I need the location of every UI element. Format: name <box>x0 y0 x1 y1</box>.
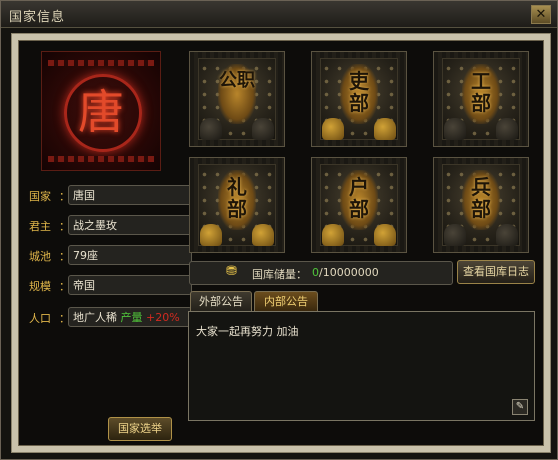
population-label: 人口 <box>29 312 51 325</box>
ministry-hu-tile[interactable]: 户部 <box>311 157 407 253</box>
ministry-li-official-name: 吏部 <box>349 69 369 115</box>
treasury-bar: ⛃ 国库储量： 0/10000000 <box>189 261 453 285</box>
bronze-cauldron-icon <box>496 118 518 140</box>
country-election-button[interactable]: 国家选举 <box>108 417 172 441</box>
country-label: 国家 <box>29 190 51 203</box>
golden-crane-icon <box>252 224 274 246</box>
treasury-max: /10000000 <box>319 266 379 279</box>
crossed-blades-icon <box>444 224 466 246</box>
notice-text: 大家一起再努力 加油 <box>196 325 299 338</box>
treasury-value: 0/10000000 <box>312 266 379 279</box>
tang-seal-emblem: 唐 <box>78 85 124 139</box>
knot-border-top <box>48 60 154 66</box>
ministry-li-rites-name: 礼部 <box>227 175 247 221</box>
output-label: 产量 <box>120 311 143 324</box>
ministry-gongzhi-name: 公职 <box>219 70 255 91</box>
country-value: 唐国 <box>68 185 192 205</box>
golden-crane-icon <box>200 224 222 246</box>
monarch-value: 战之墨玫 <box>68 215 192 235</box>
ministry-li-official-tile[interactable]: 吏部 <box>311 51 407 147</box>
guardian-lion-icon <box>200 118 222 140</box>
pencil-icon[interactable]: ✎ <box>512 399 528 415</box>
tab-internal-notice[interactable]: 内部公告 <box>254 291 318 312</box>
treasury-current: 0 <box>312 266 319 279</box>
ministry-gong-name: 工部 <box>471 69 491 115</box>
crossed-blades-icon <box>496 224 518 246</box>
country-info-window: 国家信息 ✕ 唐 国家 ： 唐国 君主 ： 战之墨玫 城池 ： 79座 规模 ：… <box>0 0 558 460</box>
bronze-cauldron-icon <box>444 118 466 140</box>
gold-ingot-icon: ⛃ <box>226 264 237 279</box>
golden-lion-icon <box>374 118 396 140</box>
golden-wheat-icon <box>374 224 396 246</box>
title-bar[interactable]: 国家信息 ✕ <box>1 1 557 28</box>
country-emblem: 唐 <box>41 51 161 171</box>
content-frame: 唐 国家 ： 唐国 君主 ： 战之墨玫 城池 ： 79座 规模 ： 帝国 人口 … <box>11 33 551 453</box>
view-treasury-log-button[interactable]: 查看国库日志 <box>457 260 535 284</box>
scale-label: 规模 <box>29 280 51 293</box>
golden-lion-icon <box>322 118 344 140</box>
cities-value: 79座 <box>68 245 192 265</box>
tab-external-notice[interactable]: 外部公告 <box>190 291 252 312</box>
treasury-label: 国库储量： <box>252 268 307 281</box>
population-value: 地广人稀 产量 +20% <box>68 307 192 327</box>
close-icon[interactable]: ✕ <box>531 5 551 24</box>
notice-board: 大家一起再努力 加油 ✎ <box>188 311 535 421</box>
output-value: +20% <box>146 311 180 324</box>
window-title: 国家信息 <box>9 10 66 25</box>
ministry-bing-name: 兵部 <box>471 175 491 221</box>
content-inner: 唐 国家 ： 唐国 君主 ： 战之墨玫 城池 ： 79座 规模 ： 帝国 人口 … <box>18 40 544 446</box>
ministry-gong-tile[interactable]: 工部 <box>433 51 529 147</box>
ministry-gongzhi-tile[interactable]: 公职 <box>189 51 285 147</box>
ministry-hu-name: 户部 <box>349 175 369 221</box>
guardian-lion-icon <box>252 118 274 140</box>
population-text: 地广人稀 <box>73 311 117 324</box>
cities-label: 城池 <box>29 250 51 263</box>
knot-border-bottom <box>48 156 154 162</box>
ministry-bing-tile[interactable]: 兵部 <box>433 157 529 253</box>
ministry-li-rites-tile[interactable]: 礼部 <box>189 157 285 253</box>
golden-wheat-icon <box>322 224 344 246</box>
scale-value: 帝国 <box>68 275 192 295</box>
monarch-label: 君主 <box>29 220 51 233</box>
